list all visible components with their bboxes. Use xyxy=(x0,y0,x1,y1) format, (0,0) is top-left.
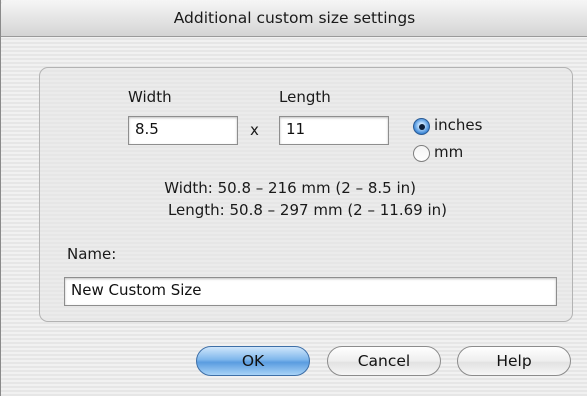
length-label: Length xyxy=(279,88,331,106)
name-label: Name: xyxy=(67,245,117,263)
length-range-text: Length: 50.8 – 297 mm (2 – 11.69 in) xyxy=(167,201,447,219)
mm-radio[interactable] xyxy=(413,145,430,162)
inches-radio-label[interactable]: inches xyxy=(434,116,482,134)
name-field[interactable]: New Custom Size xyxy=(64,277,557,306)
window-title: Additional custom size settings xyxy=(173,9,416,27)
width-field[interactable]: 8.5 xyxy=(128,116,238,145)
ok-button[interactable]: OK xyxy=(196,346,310,376)
cancel-button[interactable]: Cancel xyxy=(327,346,441,376)
width-label: Width xyxy=(128,88,172,106)
inches-radio[interactable] xyxy=(413,118,430,135)
help-button[interactable]: Help xyxy=(457,346,571,376)
times-symbol: x xyxy=(250,121,259,139)
mm-radio-label[interactable]: mm xyxy=(434,143,463,161)
length-field[interactable]: 11 xyxy=(279,116,389,145)
dialog-window: Additional custom size settings Width Le… xyxy=(0,0,587,396)
width-range-text: Width: 50.8 – 216 mm (2 – 8.5 in) xyxy=(164,179,416,197)
title-bar[interactable]: Additional custom size settings xyxy=(1,0,587,37)
